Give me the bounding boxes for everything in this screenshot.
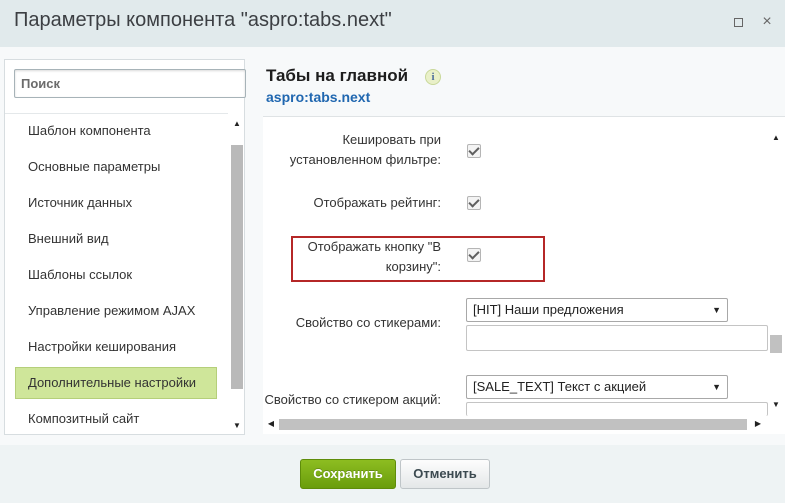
sidebar: Шаблон компонента Основные параметры Ист… bbox=[4, 59, 246, 435]
sale-sticker-prop-value: [SALE_TEXT] Текст с акцией bbox=[473, 379, 647, 394]
sidebar-scrollbar[interactable]: ▲ ▼ bbox=[230, 113, 244, 433]
save-button[interactable]: Сохранить bbox=[300, 459, 396, 489]
scroll-up-icon[interactable]: ▲ bbox=[231, 119, 243, 128]
search-field[interactable] bbox=[14, 69, 246, 98]
sale-sticker-prop-select[interactable]: [SALE_TEXT] Текст с акцией ▼ bbox=[466, 375, 728, 399]
cache-filter-label-line1: Кешировать при bbox=[342, 132, 441, 147]
scroll-down-icon[interactable]: ▼ bbox=[770, 400, 782, 409]
sidebar-item-additional[interactable]: Дополнительные настройки bbox=[15, 367, 217, 399]
title-bar: Параметры компонента "aspro:tabs.next" × bbox=[0, 0, 785, 47]
chevron-down-icon: ▼ bbox=[712, 305, 721, 315]
stickers-prop-input[interactable] bbox=[466, 325, 768, 351]
sidebar-item-template[interactable]: Шаблон компонента bbox=[15, 115, 217, 147]
window-title: Параметры компонента "aspro:tabs.next" bbox=[14, 9, 392, 31]
cache-filter-label-line2: установленном фильтре: bbox=[289, 152, 441, 167]
scroll-right-icon[interactable]: ▶ bbox=[752, 419, 764, 428]
show-basket-label-line1: Отображать кнопку "В bbox=[307, 239, 441, 254]
chevron-down-icon: ▼ bbox=[712, 382, 721, 392]
dialog-footer: Сохранить Отменить bbox=[0, 445, 785, 503]
scroll-up-icon[interactable]: ▲ bbox=[770, 133, 782, 142]
component-code: aspro:tabs.next bbox=[266, 89, 371, 105]
show-basket-label: Отображать кнопку "В корзину": bbox=[283, 237, 441, 277]
sidebar-scroll-thumb[interactable] bbox=[231, 145, 243, 389]
sidebar-item-url-templates[interactable]: Шаблоны ссылок bbox=[15, 259, 217, 291]
properties-hscroll[interactable]: ◀ ▶ bbox=[263, 416, 768, 433]
show-rating-checkbox[interactable] bbox=[467, 196, 481, 210]
sidebar-item-composite[interactable]: Композитный сайт bbox=[15, 403, 217, 435]
properties-panel: Кешировать при установленном фильтре: От… bbox=[263, 116, 785, 434]
stickers-prop-value: [HIT] Наши предложения bbox=[473, 302, 624, 317]
panel-title: Табы на главной bbox=[266, 66, 409, 85]
properties-vscroll[interactable]: ▲ ▼ bbox=[768, 132, 785, 412]
sidebar-item-ajax[interactable]: Управление режимом AJAX bbox=[15, 295, 217, 327]
scroll-left-icon[interactable]: ◀ bbox=[265, 419, 277, 428]
show-rating-label: Отображать рейтинг: bbox=[313, 195, 441, 210]
sidebar-item-data-source[interactable]: Источник данных bbox=[15, 187, 217, 219]
sale-sticker-prop-input[interactable] bbox=[466, 402, 768, 416]
search-input[interactable] bbox=[15, 70, 245, 97]
cache-filter-label: Кешировать при установленном фильтре: bbox=[283, 130, 441, 170]
sidebar-list: Шаблон компонента Основные параметры Ист… bbox=[5, 113, 228, 433]
cancel-button[interactable]: Отменить bbox=[400, 459, 490, 489]
close-icon[interactable]: × bbox=[759, 14, 775, 30]
properties-vscroll-thumb[interactable] bbox=[770, 335, 782, 353]
properties-hscroll-thumb[interactable] bbox=[279, 419, 747, 430]
info-icon[interactable]: i bbox=[425, 69, 441, 85]
sidebar-item-cache[interactable]: Настройки кеширования bbox=[15, 331, 217, 363]
maximize-icon[interactable] bbox=[730, 14, 746, 30]
scroll-down-icon[interactable]: ▼ bbox=[231, 421, 243, 430]
stickers-prop-select[interactable]: [HIT] Наши предложения ▼ bbox=[466, 298, 728, 322]
cache-filter-checkbox[interactable] bbox=[467, 144, 481, 158]
stickers-prop-label: Свойство со стикерами: bbox=[295, 315, 441, 330]
sale-sticker-prop-label: Свойство со стикером акций: bbox=[264, 392, 441, 407]
show-basket-checkbox[interactable] bbox=[467, 248, 481, 262]
dialog-body: Шаблон компонента Основные параметры Ист… bbox=[0, 47, 785, 445]
sidebar-item-appearance[interactable]: Внешний вид bbox=[15, 223, 217, 255]
show-basket-label-line2: корзину": bbox=[385, 259, 441, 274]
sidebar-item-basic[interactable]: Основные параметры bbox=[15, 151, 217, 183]
